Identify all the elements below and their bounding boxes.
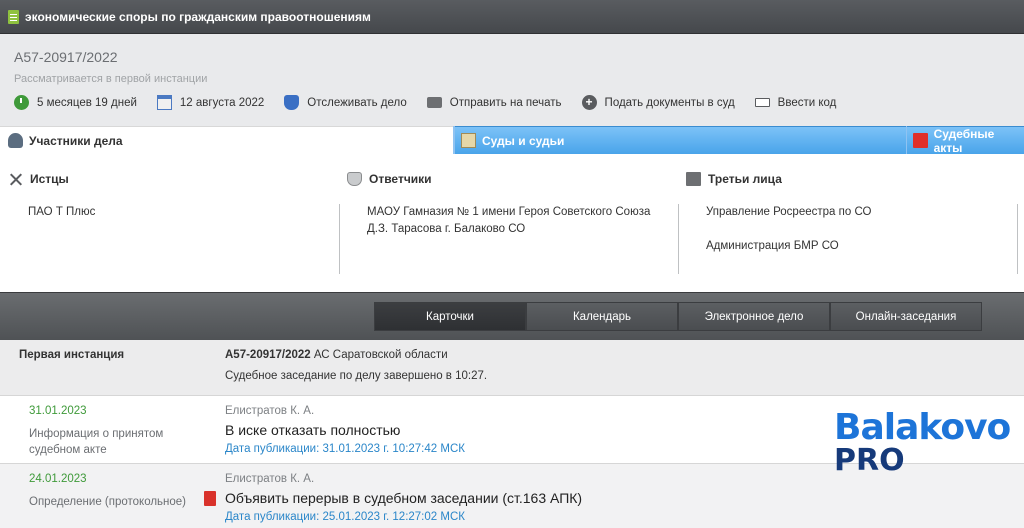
tab-acts[interactable]: Судебные акты <box>907 126 1024 155</box>
defendant-item[interactable]: МАОУ Гамназия № 1 имени Героя Советского… <box>367 204 677 238</box>
tab-courts-label: Суды и судьи <box>482 133 565 148</box>
third-parties-heading: Третьи лица <box>686 172 1016 186</box>
instance-court: АС Саратовской области <box>310 349 448 361</box>
watermark-line1: Balakovo <box>834 407 1011 448</box>
document-publication-date: Дата публикации: 31.01.2023 г. 10:27:42 … <box>225 443 465 455</box>
document-date: 31.01.2023 <box>29 405 87 417</box>
case-category-title: экономические споры по гражданским право… <box>25 9 371 24</box>
divider <box>339 204 340 274</box>
case-date: 12 августа 2022 <box>156 95 265 110</box>
participants-panel: Истцы ПАО Т Плюс Ответчики МАОУ Гамназия… <box>0 154 1024 292</box>
tab-participants-label: Участники дела <box>29 133 123 148</box>
case-header: А57-20917/2022 Рассматривается в первой … <box>0 34 1024 126</box>
defendants-title: Ответчики <box>369 172 432 186</box>
print-label: Отправить на печать <box>449 96 562 109</box>
crossed-swords-icon <box>8 172 23 186</box>
keyboard-icon <box>754 98 770 107</box>
track-case-button[interactable]: Отслеживать дело <box>284 95 407 110</box>
instance-label: Первая инстанция <box>19 349 125 361</box>
defendants-column: Ответчики МАОУ Гамназия № 1 имени Героя … <box>347 154 677 292</box>
submit-documents-button[interactable]: + Подать документы в суд <box>581 95 735 110</box>
printer-icon <box>426 97 442 108</box>
print-button[interactable]: Отправить на печать <box>426 96 562 109</box>
shield-icon <box>347 172 362 186</box>
third-parties-column: Третьи лица Управление Росреестра по СО … <box>686 154 1016 292</box>
case-date-label: 12 августа 2022 <box>179 96 265 109</box>
third-parties-title: Третьи лица <box>708 172 782 186</box>
watermark-line2: PRO <box>834 443 905 478</box>
case-number: А57-20917/2022 <box>14 49 118 65</box>
third-party-item[interactable]: Администрация БМР СО <box>706 238 1016 255</box>
defendant-name-line1: МАОУ Гамназия № 1 имени Героя Советского… <box>367 206 651 218</box>
case-status: Рассматривается в первой инстанции <box>14 73 208 85</box>
document-kind: Определение (протокольное) <box>29 496 187 508</box>
plus-circle-icon: + <box>581 95 597 110</box>
defendant-name-line2: Д.З. Тарасова г. Балаково СО <box>367 223 526 235</box>
document-title[interactable]: В иске отказать полностью <box>225 422 400 438</box>
view-switcher-bar: Карточки Календарь Электронное дело Онла… <box>0 292 1024 340</box>
tab-participants[interactable]: Участники дела <box>0 126 453 154</box>
case-tabs: Участники дела Суды и судьи Судебные акт… <box>0 126 1024 155</box>
document-date: 24.01.2023 <box>29 473 87 485</box>
case-duration: 5 месяцев 19 дней <box>14 95 137 110</box>
tab-electronic-case[interactable]: Электронное дело <box>678 302 830 331</box>
building-icon <box>686 172 701 186</box>
tab-cards[interactable]: Карточки <box>374 302 526 331</box>
divider <box>678 204 679 274</box>
third-party-item[interactable]: Управление Росреестра по СО <box>706 204 1016 221</box>
track-case-label: Отслеживать дело <box>307 96 407 109</box>
shield-icon <box>284 95 300 110</box>
tab-courts[interactable]: Суды и судьи <box>455 126 906 154</box>
calendar-icon <box>156 95 172 110</box>
enter-code-label: Ввести код <box>777 96 837 109</box>
document-judge: Елистратов К. А. <box>225 473 315 485</box>
document-icon <box>8 9 19 24</box>
enter-code-button[interactable]: Ввести код <box>754 96 837 109</box>
document-title[interactable]: Объявить перерыв в судебном заседании (с… <box>225 490 582 506</box>
pdf-icon <box>913 133 928 148</box>
watermark-logo: Balakovo PRO <box>834 407 1011 480</box>
document-publication-date: Дата публикации: 25.01.2023 г. 12:27:02 … <box>225 511 465 523</box>
document-judge: Елистратов К. А. <box>225 405 315 417</box>
plaintiffs-column: Истцы ПАО Т Плюс <box>8 154 338 292</box>
first-instance-header: Первая инстанция А57-20917/2022 АС Сарат… <box>0 340 1024 396</box>
case-toolbar: 5 месяцев 19 дней 12 августа 2022 Отслеж… <box>14 95 1024 110</box>
tab-acts-label: Судебные акты <box>933 126 995 155</box>
defendants-heading: Ответчики <box>347 172 677 186</box>
instance-case-number: А57-20917/2022 <box>225 349 311 361</box>
courthouse-icon <box>461 133 476 148</box>
instance-case: А57-20917/2022 АС Саратовской области <box>225 349 448 361</box>
clock-icon <box>14 95 29 110</box>
submit-documents-label: Подать документы в суд <box>604 96 735 109</box>
person-icon <box>8 133 23 148</box>
instance-note: Судебное заседание по делу завершено в 1… <box>225 370 488 382</box>
pdf-icon[interactable] <box>204 491 216 506</box>
document-kind: Информация о принятом судебном акте <box>29 428 164 456</box>
case-duration-label: 5 месяцев 19 дней <box>37 96 137 109</box>
plaintiffs-heading: Истцы <box>8 172 338 186</box>
tab-calendar[interactable]: Календарь <box>526 302 678 331</box>
tab-online-hearings[interactable]: Онлайн-заседания <box>830 302 982 331</box>
window-title-bar: экономические споры по гражданским право… <box>0 0 1024 34</box>
plaintiff-item[interactable]: ПАО Т Плюс <box>28 204 338 221</box>
plaintiffs-title: Истцы <box>30 172 69 186</box>
divider <box>1017 204 1018 274</box>
